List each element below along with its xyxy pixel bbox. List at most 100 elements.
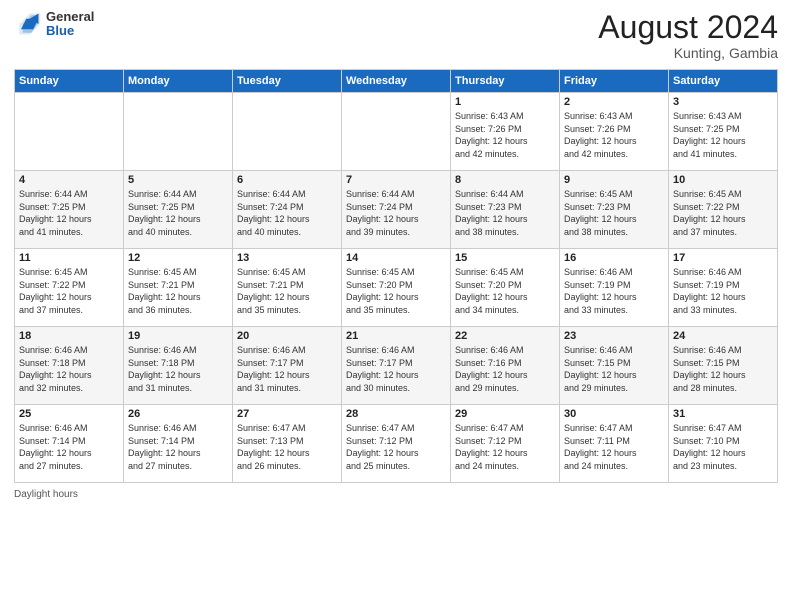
day-content: Sunrise: 6:45 AMSunset: 7:20 PMDaylight:… — [346, 266, 446, 316]
day-number: 28 — [346, 408, 446, 420]
table-row: 9 Sunrise: 6:45 AMSunset: 7:23 PMDaylight… — [560, 171, 669, 249]
day-content: Sunrise: 6:44 AMSunset: 7:24 PMDaylight:… — [237, 188, 337, 238]
day-content: Sunrise: 6:45 AMSunset: 7:22 PMDaylight:… — [673, 188, 773, 238]
day-number: 5 — [128, 174, 228, 186]
day-number: 27 — [237, 408, 337, 420]
day-content: Sunrise: 6:45 AMSunset: 7:22 PMDaylight:… — [19, 266, 119, 316]
col-friday: Friday — [560, 70, 669, 93]
col-monday: Monday — [124, 70, 233, 93]
day-number: 15 — [455, 252, 555, 264]
day-number: 29 — [455, 408, 555, 420]
table-row: 23 Sunrise: 6:46 AMSunset: 7:15 PMDayligh… — [560, 327, 669, 405]
day-number: 13 — [237, 252, 337, 264]
day-number: 21 — [346, 330, 446, 342]
day-content: Sunrise: 6:43 AMSunset: 7:26 PMDaylight:… — [564, 110, 664, 160]
day-content: Sunrise: 6:43 AMSunset: 7:26 PMDaylight:… — [455, 110, 555, 160]
day-number: 22 — [455, 330, 555, 342]
day-content: Sunrise: 6:47 AMSunset: 7:13 PMDaylight:… — [237, 422, 337, 472]
day-content: Sunrise: 6:46 AMSunset: 7:15 PMDaylight:… — [564, 344, 664, 394]
day-number: 11 — [19, 252, 119, 264]
table-row: 25Sunrise: 6:46 AMSunset: 7:14 PMDayligh… — [15, 405, 124, 483]
table-row: 10 Sunrise: 6:45 AMSunset: 7:22 PMDayligh… — [669, 171, 778, 249]
day-content: Sunrise: 6:46 AMSunset: 7:19 PMDaylight:… — [673, 266, 773, 316]
day-number: 12 — [128, 252, 228, 264]
table-row — [15, 93, 124, 171]
title-block: August 2024 Kunting, Gambia — [598, 10, 778, 61]
logo-text: General Blue — [46, 10, 94, 39]
day-number: 4 — [19, 174, 119, 186]
day-number: 31 — [673, 408, 773, 420]
day-number: 7 — [346, 174, 446, 186]
day-number: 9 — [564, 174, 664, 186]
day-content: Sunrise: 6:45 AMSunset: 7:23 PMDaylight:… — [564, 188, 664, 238]
col-thursday: Thursday — [451, 70, 560, 93]
col-saturday: Saturday — [669, 70, 778, 93]
day-content: Sunrise: 6:43 AMSunset: 7:25 PMDaylight:… — [673, 110, 773, 160]
day-content: Sunrise: 6:45 AMSunset: 7:21 PMDaylight:… — [237, 266, 337, 316]
calendar-week-2: 4 Sunrise: 6:44 AMSunset: 7:25 PMDaylight… — [15, 171, 778, 249]
table-row: 26Sunrise: 6:46 AMSunset: 7:14 PMDayligh… — [124, 405, 233, 483]
table-row: 2 Sunrise: 6:43 AMSunset: 7:26 PMDaylight… — [560, 93, 669, 171]
day-content: Sunrise: 6:45 AMSunset: 7:21 PMDaylight:… — [128, 266, 228, 316]
logo: General Blue — [14, 10, 94, 39]
table-row: 4 Sunrise: 6:44 AMSunset: 7:25 PMDaylight… — [15, 171, 124, 249]
table-row: 12 Sunrise: 6:45 AMSunset: 7:21 PMDayligh… — [124, 249, 233, 327]
table-row — [233, 93, 342, 171]
table-row: 27 Sunrise: 6:47 AMSunset: 7:13 PMDayligh… — [233, 405, 342, 483]
day-content: Sunrise: 6:47 AMSunset: 7:11 PMDaylight:… — [564, 422, 664, 472]
day-content: Sunrise: 6:44 AMSunset: 7:23 PMDaylight:… — [455, 188, 555, 238]
day-number: 25 — [19, 408, 119, 420]
calendar-table: Sunday Monday Tuesday Wednesday Thursday… — [14, 69, 778, 483]
day-content: Sunrise: 6:47 AMSunset: 7:12 PMDaylight:… — [346, 422, 446, 472]
day-content: Sunrise: 6:46 AMSunset: 7:18 PMDaylight:… — [19, 344, 119, 394]
day-number: 1 — [455, 96, 555, 108]
day-number: 8 — [455, 174, 555, 186]
day-content: Sunrise: 6:47 AMSunset: 7:12 PMDaylight:… — [455, 422, 555, 472]
table-row: 16Sunrise: 6:46 AMSunset: 7:19 PMDayligh… — [560, 249, 669, 327]
calendar-header-row: Sunday Monday Tuesday Wednesday Thursday… — [15, 70, 778, 93]
day-content: Sunrise: 6:46 AMSunset: 7:17 PMDaylight:… — [237, 344, 337, 394]
table-row — [342, 93, 451, 171]
generalblue-logo-icon — [14, 10, 42, 38]
table-row: 24Sunrise: 6:46 AMSunset: 7:15 PMDayligh… — [669, 327, 778, 405]
calendar-location: Kunting, Gambia — [598, 45, 778, 61]
table-row: 15Sunrise: 6:45 AMSunset: 7:20 PMDayligh… — [451, 249, 560, 327]
table-row: 7 Sunrise: 6:44 AMSunset: 7:24 PMDaylight… — [342, 171, 451, 249]
day-number: 6 — [237, 174, 337, 186]
col-sunday: Sunday — [15, 70, 124, 93]
calendar-title: August 2024 — [598, 10, 778, 45]
table-row: 13 Sunrise: 6:45 AMSunset: 7:21 PMDayligh… — [233, 249, 342, 327]
day-number: 23 — [564, 330, 664, 342]
table-row: 21Sunrise: 6:46 AMSunset: 7:17 PMDayligh… — [342, 327, 451, 405]
day-number: 18 — [19, 330, 119, 342]
day-content: Sunrise: 6:44 AMSunset: 7:24 PMDaylight:… — [346, 188, 446, 238]
day-content: Sunrise: 6:44 AMSunset: 7:25 PMDaylight:… — [19, 188, 119, 238]
calendar-week-5: 25Sunrise: 6:46 AMSunset: 7:14 PMDayligh… — [15, 405, 778, 483]
table-row: 8 Sunrise: 6:44 AMSunset: 7:23 PMDaylight… — [451, 171, 560, 249]
table-row: 3Sunrise: 6:43 AMSunset: 7:25 PMDaylight… — [669, 93, 778, 171]
day-number: 17 — [673, 252, 773, 264]
table-row: 11 Sunrise: 6:45 AMSunset: 7:22 PMDayligh… — [15, 249, 124, 327]
table-row: 20Sunrise: 6:46 AMSunset: 7:17 PMDayligh… — [233, 327, 342, 405]
table-row: 28 Sunrise: 6:47 AMSunset: 7:12 PMDayligh… — [342, 405, 451, 483]
day-number: 2 — [564, 96, 664, 108]
day-number: 14 — [346, 252, 446, 264]
table-row: 6 Sunrise: 6:44 AMSunset: 7:24 PMDaylight… — [233, 171, 342, 249]
col-tuesday: Tuesday — [233, 70, 342, 93]
day-content: Sunrise: 6:46 AMSunset: 7:19 PMDaylight:… — [564, 266, 664, 316]
table-row: 18 Sunrise: 6:46 AMSunset: 7:18 PMDayligh… — [15, 327, 124, 405]
table-row — [124, 93, 233, 171]
calendar-week-1: 1 Sunrise: 6:43 AMSunset: 7:26 PMDaylight… — [15, 93, 778, 171]
table-row: 22Sunrise: 6:46 AMSunset: 7:16 PMDayligh… — [451, 327, 560, 405]
table-row: 17 Sunrise: 6:46 AMSunset: 7:19 PMDayligh… — [669, 249, 778, 327]
day-number: 10 — [673, 174, 773, 186]
day-number: 19 — [128, 330, 228, 342]
day-content: Sunrise: 6:47 AMSunset: 7:10 PMDaylight:… — [673, 422, 773, 472]
page-header: General Blue August 2024 Kunting, Gambia — [14, 10, 778, 61]
table-row: 19Sunrise: 6:46 AMSunset: 7:18 PMDayligh… — [124, 327, 233, 405]
table-row: 30Sunrise: 6:47 AMSunset: 7:11 PMDayligh… — [560, 405, 669, 483]
day-content: Sunrise: 6:44 AMSunset: 7:25 PMDaylight:… — [128, 188, 228, 238]
logo-blue: Blue — [46, 24, 94, 38]
footer: Daylight hours — [14, 489, 778, 500]
daylight-label: Daylight hours — [14, 489, 78, 500]
